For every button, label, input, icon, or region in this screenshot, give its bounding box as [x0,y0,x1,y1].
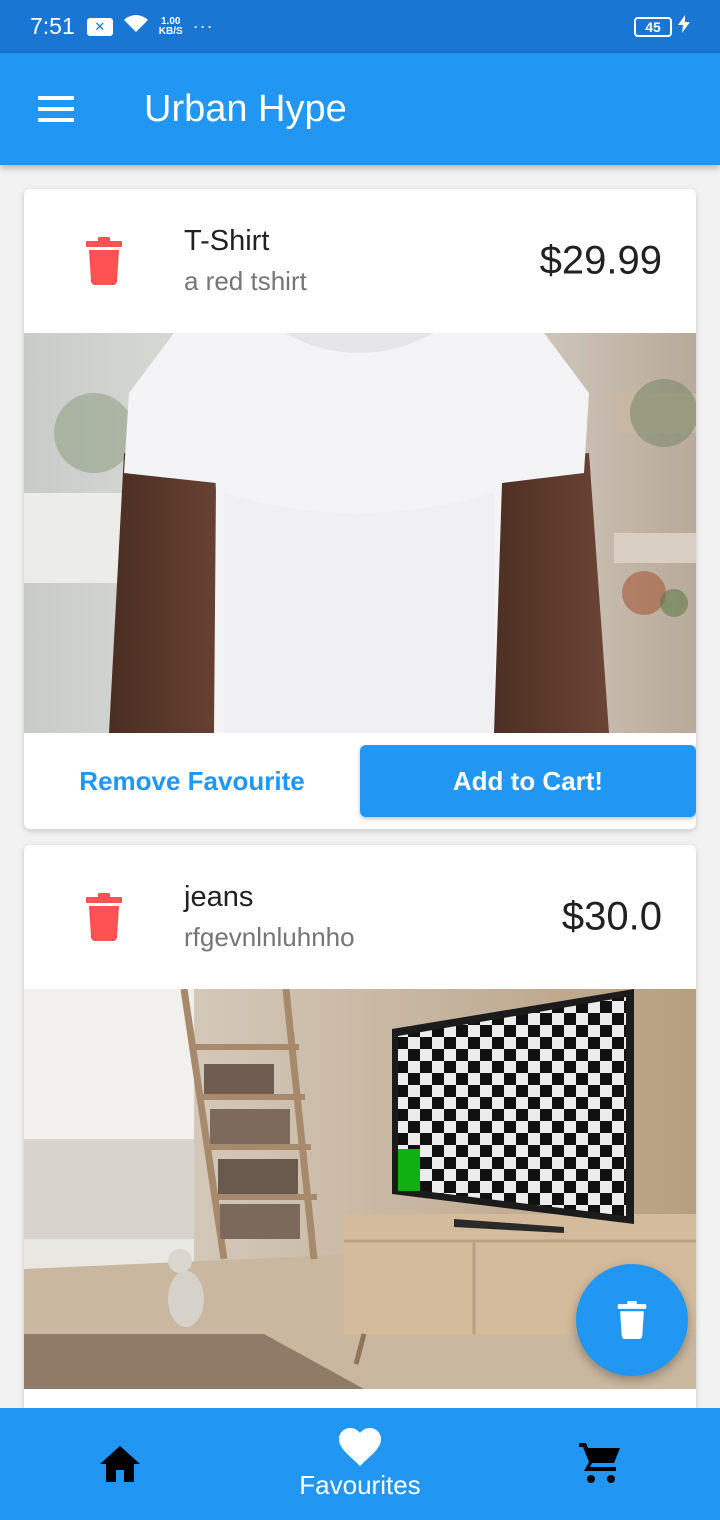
item-price: $29.99 [539,238,662,283]
battery-icon: 45 [634,16,672,37]
status-time: 7:51 [30,13,75,39]
add-to-cart-button[interactable]: Add to Cart! [360,745,696,817]
favourite-card: T-Shirt a red tshirt $29.99 Remove Favou… [24,189,696,829]
hamburger-menu-icon [38,96,74,100]
notification-icon: ✕ [86,17,113,36]
item-image [24,333,696,733]
network-speed: 1.00 KB/S [158,16,183,37]
app-title: Urban Hype [144,87,347,130]
wifi-icon [123,14,149,39]
card-header: jeans rfgevnlnluhnho $30.0 [24,845,696,989]
trash-icon [86,893,122,941]
bottom-navigation: Favourites [0,1408,720,1520]
app-bar: Urban Hype [0,53,720,165]
charging-icon [678,15,690,38]
remove-favourite-button[interactable]: Remove Favourite [24,766,360,797]
card-header: T-Shirt a red tshirt $29.99 [24,189,696,333]
cart-icon [579,1443,620,1483]
item-title: jeans [184,881,254,913]
more-notifications: ··· [192,16,214,36]
delete-item-button[interactable] [24,189,184,333]
item-description: rfgevnlnluhnho [184,922,355,952]
menu-button[interactable] [0,53,112,165]
item-price: $30.0 [561,894,662,939]
item-description: a red tshirt [184,266,307,296]
item-title: T-Shirt [184,225,270,257]
home-icon [100,1446,140,1482]
card-actions: Remove Favourite Add to Cart! [24,733,696,829]
nav-favourites-label: Favourites [299,1469,421,1500]
heart-icon [339,1427,381,1466]
nav-favourites[interactable]: Favourites [240,1408,480,1520]
status-bar: 7:51 ✕ 1.00 KB/S ··· 45 [0,0,720,53]
delete-all-fab[interactable] [576,1264,688,1376]
delete-item-button[interactable] [24,845,184,989]
nav-cart[interactable] [480,1408,720,1520]
nav-home[interactable] [0,1408,240,1520]
network-speed-unit: KB/S [158,25,183,37]
favourites-list[interactable]: T-Shirt a red tshirt $29.99 Remove Favou… [0,165,720,1408]
trash-icon [617,1301,647,1339]
trash-icon [86,237,122,285]
